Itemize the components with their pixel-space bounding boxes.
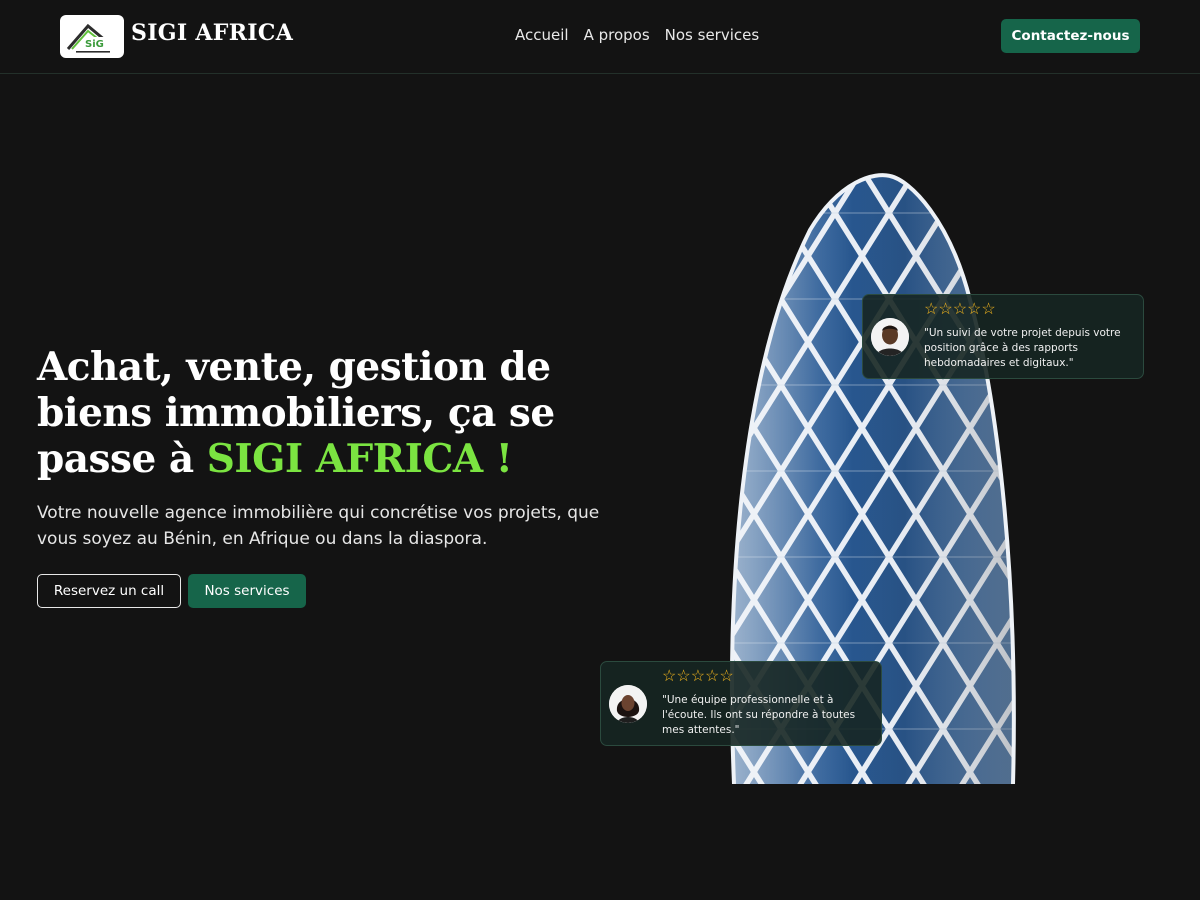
review-quote: "Une équipe professionnelle et à l'écout… [662,694,856,736]
hero-title-accent: SIGI AFRICA ! [206,436,513,482]
woman-avatar-icon [609,685,647,723]
book-call-button[interactable]: Reservez un call [37,574,181,608]
hero-subtitle: Votre nouvelle agence immobilière qui co… [37,503,600,549]
services-button[interactable]: Nos services [188,574,306,608]
man-avatar [871,318,909,356]
svg-text:SiG: SiG [85,39,104,50]
rating-stars: ☆☆☆☆☆ [924,301,996,318]
contact-button[interactable]: Contactez-nous [1001,19,1140,53]
nav-link-nos-services[interactable]: Nos services [665,26,760,44]
rating-stars: ☆☆☆☆☆ [662,668,734,685]
nav-link-accueil[interactable]: Accueil [515,26,569,44]
top-navbar: SiG SIGI AFRICA Accueil A propos Nos ser… [0,0,1200,74]
review-quote: "Un suivi de votre projet depuis votre p… [924,327,1121,369]
main-nav: Accueil A propos Nos services [515,26,759,44]
house-logo-icon: SiG [66,23,110,53]
review-card: ☆☆☆☆☆ "Une équipe professionnelle et à l… [600,661,882,746]
brand-name[interactable]: SIGI AFRICA [131,20,293,46]
woman-avatar [609,685,647,723]
review-card: ☆☆☆☆☆ "Un suivi de votre projet depuis v… [862,294,1144,379]
nav-link-a-propos[interactable]: A propos [584,26,650,44]
man-avatar-icon [871,318,909,356]
hero-title: Achat, vente, gestion de biens immobilie… [37,344,617,482]
logo-image[interactable]: SiG [60,15,124,58]
